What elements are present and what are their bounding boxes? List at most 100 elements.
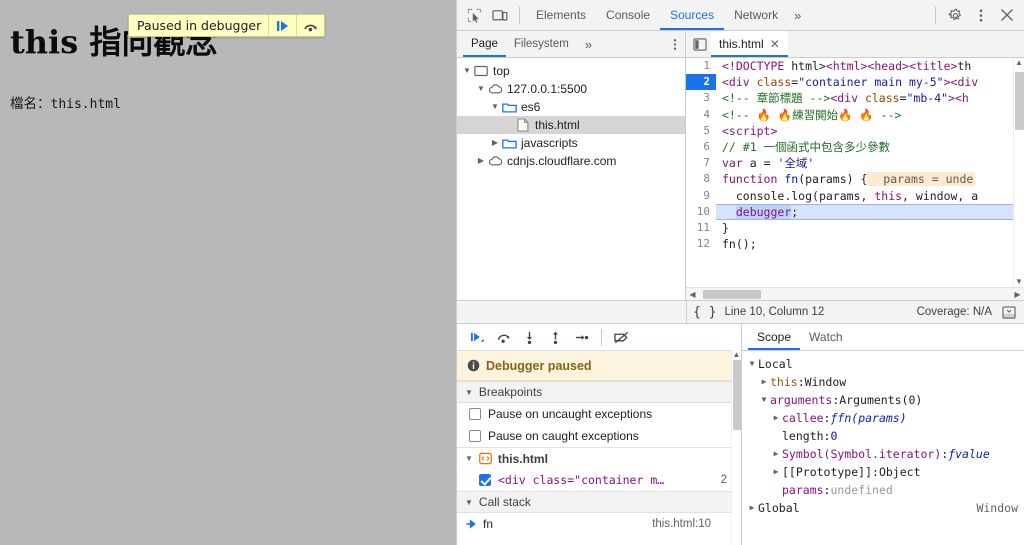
scroll-up-arrow[interactable]: ▲: [1014, 58, 1024, 67]
tree-item-cdnjs-cloudflare-com[interactable]: ▶ cdnjs.cloudflare.com: [457, 152, 685, 170]
step-button[interactable]: [569, 326, 593, 348]
editor-hscroll-track[interactable]: [699, 288, 1011, 301]
scroll-right-arrow[interactable]: ▶: [1011, 290, 1024, 299]
code-editor[interactable]: 1 <!DOCTYPE html><html><head><title>th 2 <d…: [686, 58, 1024, 300]
close-icon[interactable]: ✕: [770, 37, 780, 51]
line-number[interactable]: 1: [686, 58, 716, 75]
code-line[interactable]: 5 <script>: [686, 122, 1024, 139]
chevron-right-icon[interactable]: ▶: [475, 152, 487, 170]
scroll-left-arrow[interactable]: ◀: [686, 290, 699, 299]
tree-item-this-html[interactable]: this.html: [457, 116, 685, 134]
more-tabs-icon[interactable]: »: [788, 0, 807, 30]
code-line-text[interactable]: var a = '全域': [716, 155, 1024, 171]
editor-vertical-scrollbar[interactable]: ▲ ▼: [1013, 58, 1024, 286]
line-number[interactable]: 8: [686, 171, 716, 188]
line-number[interactable]: 3: [686, 90, 716, 107]
line-number[interactable]: 6: [686, 138, 716, 156]
line-number[interactable]: 9: [686, 187, 716, 204]
tab-watch[interactable]: Watch: [800, 324, 852, 350]
code-line-text[interactable]: <!DOCTYPE html><html><head><title>th: [716, 58, 1024, 74]
scope-row[interactable]: ▼ arguments: Arguments(0): [742, 391, 1024, 409]
code-line-text[interactable]: console.log(params, this, window, a: [716, 188, 1024, 204]
scroll-down-arrow[interactable]: ▼: [1014, 277, 1024, 286]
breakpoint-file-group[interactable]: ▼ this.html: [457, 447, 741, 469]
call-stack-section-header[interactable]: ▼ Call stack: [457, 491, 741, 513]
line-number[interactable]: 7: [686, 155, 716, 172]
call-stack-frame[interactable]: fn this.html:10: [457, 513, 741, 535]
nav-tab-page[interactable]: Page: [463, 31, 506, 57]
debugger-scroll-thumb[interactable]: [732, 360, 741, 430]
scope-row[interactable]: ▼ Local: [742, 355, 1024, 373]
code-line[interactable]: 9 console.log(params, this, window, a: [686, 187, 1024, 204]
tree-item-top[interactable]: ▼ top: [457, 62, 685, 80]
resume-script-icon[interactable]: [268, 15, 296, 36]
code-line-text[interactable]: fn();: [716, 236, 1024, 252]
breakpoint-entry[interactable]: <div class="container m… 2: [457, 469, 741, 491]
chevron-down-icon[interactable]: ▼: [758, 391, 770, 409]
code-line-text[interactable]: // #1 一個函式中包含多少參數: [716, 139, 1024, 155]
code-line-text[interactable]: function fn(params) { params = unde: [716, 171, 1024, 187]
checkbox[interactable]: [469, 408, 481, 420]
gear-icon[interactable]: [942, 2, 968, 28]
code-line[interactable]: 1 <!DOCTYPE html><html><head><title>th: [686, 58, 1024, 75]
tab-elements[interactable]: Elements: [526, 0, 596, 30]
step-out-button[interactable]: [543, 326, 567, 348]
scope-row[interactable]: params: undefined: [742, 481, 1024, 499]
deactivate-breakpoints-button[interactable]: [610, 326, 634, 348]
scope-row[interactable]: ▶ callee: ƒ fn(params): [742, 409, 1024, 427]
navigator-kebab-menu-icon[interactable]: [665, 34, 685, 54]
editor-tab-this-html[interactable]: this.html ✕: [711, 31, 788, 57]
code-line[interactable]: 12 fn();: [686, 236, 1024, 253]
tab-network[interactable]: Network: [724, 0, 788, 30]
pause-on-uncaught-exceptions-row[interactable]: Pause on uncaught exceptions: [457, 403, 741, 425]
debugger-sidebar-scrollbar[interactable]: ▲: [731, 350, 741, 545]
tab-scope[interactable]: Scope: [748, 324, 800, 350]
code-line[interactable]: 8 function fn(params) { params = unde: [686, 171, 1024, 188]
resume-button[interactable]: [465, 326, 489, 348]
code-lines[interactable]: 1 <!DOCTYPE html><html><head><title>th 2 <d…: [686, 58, 1024, 253]
code-line[interactable]: 3 <!-- 章節標題 --><div class="mb-4"><h: [686, 90, 1024, 107]
step-over-icon[interactable]: [296, 15, 324, 36]
scope-row[interactable]: ▶ Symbol(Symbol.iterator): ƒ value: [742, 445, 1024, 463]
code-line[interactable]: 6 // #1 一個函式中包含多少參數: [686, 138, 1024, 156]
close-icon[interactable]: [994, 2, 1020, 28]
scope-row[interactable]: length: 0: [742, 427, 1024, 445]
inspect-element-icon[interactable]: [461, 2, 487, 28]
tab-sources[interactable]: Sources: [660, 0, 724, 30]
breakpoints-section-header[interactable]: ▼ Breakpoints: [457, 381, 741, 403]
checkbox[interactable]: [479, 474, 491, 486]
navigator-more-icon[interactable]: »: [577, 31, 600, 57]
chevron-down-icon[interactable]: ▼: [461, 62, 473, 80]
line-number[interactable]: 11: [686, 219, 716, 237]
pause-on-caught-exceptions-row[interactable]: Pause on caught exceptions: [457, 425, 741, 447]
nav-tab-filesystem[interactable]: Filesystem: [506, 31, 577, 57]
line-number[interactable]: 5: [686, 122, 716, 139]
chevron-right-icon[interactable]: ▶: [770, 463, 782, 481]
chevron-down-icon[interactable]: ▼: [746, 355, 758, 373]
code-line[interactable]: 4 <!-- 🔥 🔥練習開始🔥 🔥 -->: [686, 106, 1024, 123]
chevron-down-icon[interactable]: ▼: [475, 80, 487, 98]
chevron-right-icon[interactable]: ▶: [746, 499, 758, 517]
line-number[interactable]: 2: [686, 74, 716, 91]
editor-vscroll-thumb[interactable]: [1015, 72, 1024, 130]
pretty-print-icon[interactable]: { }: [693, 305, 716, 320]
code-line-text[interactable]: <!-- 章節標題 --><div class="mb-4"><h: [716, 90, 1024, 106]
code-line-text[interactable]: }: [716, 220, 1024, 236]
line-number[interactable]: 10: [686, 203, 716, 220]
scope-row[interactable]: ▶ [[Prototype]]: Object: [742, 463, 1024, 481]
tree-item-es6[interactable]: ▼ es6: [457, 98, 685, 116]
code-line-text[interactable]: <!-- 🔥 🔥練習開始🔥 🔥 -->: [716, 107, 1024, 123]
show-drawer-icon[interactable]: [1002, 305, 1016, 319]
scope-row[interactable]: ▶ this: Window: [742, 373, 1024, 391]
editor-horizontal-scrollbar[interactable]: ◀ ▶: [686, 287, 1024, 300]
chevron-down-icon[interactable]: ▼: [489, 98, 501, 116]
kebab-menu-icon[interactable]: [968, 2, 994, 28]
device-toolbar-icon[interactable]: [487, 2, 513, 28]
step-into-button[interactable]: [517, 326, 541, 348]
code-line[interactable]: 11}: [686, 219, 1024, 237]
code-line[interactable]: 2 <div class="container main my-5"><div: [686, 74, 1024, 91]
chevron-right-icon[interactable]: ▶: [770, 445, 782, 463]
code-line-text[interactable]: <script>: [716, 123, 1024, 139]
show-navigator-icon[interactable]: [689, 33, 711, 55]
line-number[interactable]: 12: [686, 236, 716, 253]
